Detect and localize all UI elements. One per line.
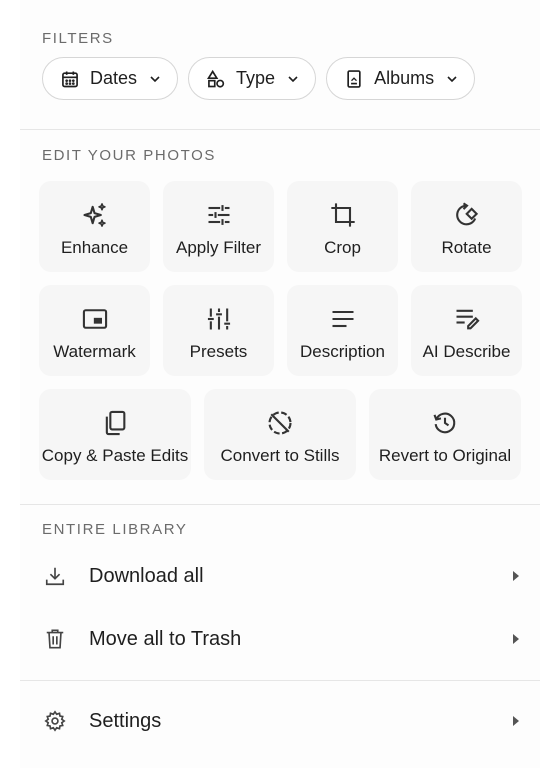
crop-button[interactable]: Crop [287,181,398,272]
edit-tiles-row-1: Enhance Apply Filter Crop Rotate [39,181,522,272]
chevron-down-icon [446,73,458,85]
enhance-label: Enhance [60,238,129,257]
settings-item[interactable]: Settings [20,693,540,749]
description-label: Description [299,342,386,361]
edit-note-icon [453,305,481,333]
move-all-to-trash-label: Move all to Trash [89,627,242,650]
shapes-icon [206,69,226,89]
watermark-label: Watermark [53,342,136,361]
chevron-down-icon [149,73,161,85]
sparkle-icon [81,201,109,229]
watermark-button[interactable]: Watermark [39,285,150,376]
arrow-right-icon [512,716,520,726]
arrow-right-icon [512,571,520,581]
type-filter-chip[interactable]: Type [188,57,317,100]
revert-to-original-label: Revert to Original [378,446,512,465]
presets-label: Presets [189,342,248,361]
ai-describe-label: AI Describe [422,342,511,361]
watermark-icon [81,305,109,333]
copy-paste-edits-label: Copy & Paste Edits [41,446,189,465]
download-all-label: Download all [89,564,204,587]
convert-to-stills-label: Convert to Stills [220,446,340,465]
settings-label: Settings [89,709,162,732]
edit-section-label: EDIT YOUR PHOTOS [42,147,216,164]
albums-filter-chip[interactable]: Albums [326,57,476,100]
filters-section-label: FILTERS [42,30,114,47]
presets-button[interactable]: Presets [163,285,274,376]
move-all-to-trash-item[interactable]: Move all to Trash [20,611,540,667]
divider [20,504,540,505]
revert-to-original-button[interactable]: Revert to Original [369,389,521,480]
copy-icon [101,409,129,437]
albums-chip-label: Albums [374,68,435,88]
gear-icon [44,710,66,732]
type-chip-label: Type [236,68,276,88]
sliders-icon [205,305,233,333]
album-icon [344,69,364,89]
convert-to-stills-button[interactable]: Convert to Stills [204,389,356,480]
apply-filter-button[interactable]: Apply Filter [163,181,274,272]
copy-paste-edits-button[interactable]: Copy & Paste Edits [39,389,191,480]
tune-icon [205,201,233,229]
chevron-down-icon [287,73,299,85]
arrow-right-icon [512,634,520,644]
rotate-button[interactable]: Rotate [411,181,522,272]
ai-describe-button[interactable]: AI Describe [411,285,522,376]
enhance-button[interactable]: Enhance [39,181,150,272]
dates-filter-chip[interactable]: Dates [42,57,179,100]
library-section-label: ENTIRE LIBRARY [42,521,188,538]
photo-options-panel: FILTERS Dates Type Albums EDIT YOUR PHOT… [20,0,540,768]
description-button[interactable]: Description [287,285,398,376]
rotate-icon [453,201,481,229]
dates-chip-label: Dates [90,68,138,88]
calendar-icon [60,69,80,89]
download-all-item[interactable]: Download all [20,548,540,604]
crop-icon [329,201,357,229]
no-motion-icon [266,409,294,437]
divider [20,129,540,130]
filter-chips: Dates Type Albums [42,57,476,100]
divider [20,680,540,681]
trash-icon [44,628,66,650]
crop-label: Crop [324,238,361,257]
edit-tiles-row-2: Watermark Presets Description AI Describ… [39,285,522,376]
download-icon [44,565,66,587]
rotate-label: Rotate [441,238,492,257]
history-icon [431,409,459,437]
edit-tiles-row-3: Copy & Paste Edits Convert to Stills Rev… [39,389,521,480]
description-icon [329,305,357,333]
apply-filter-label: Apply Filter [175,238,262,257]
